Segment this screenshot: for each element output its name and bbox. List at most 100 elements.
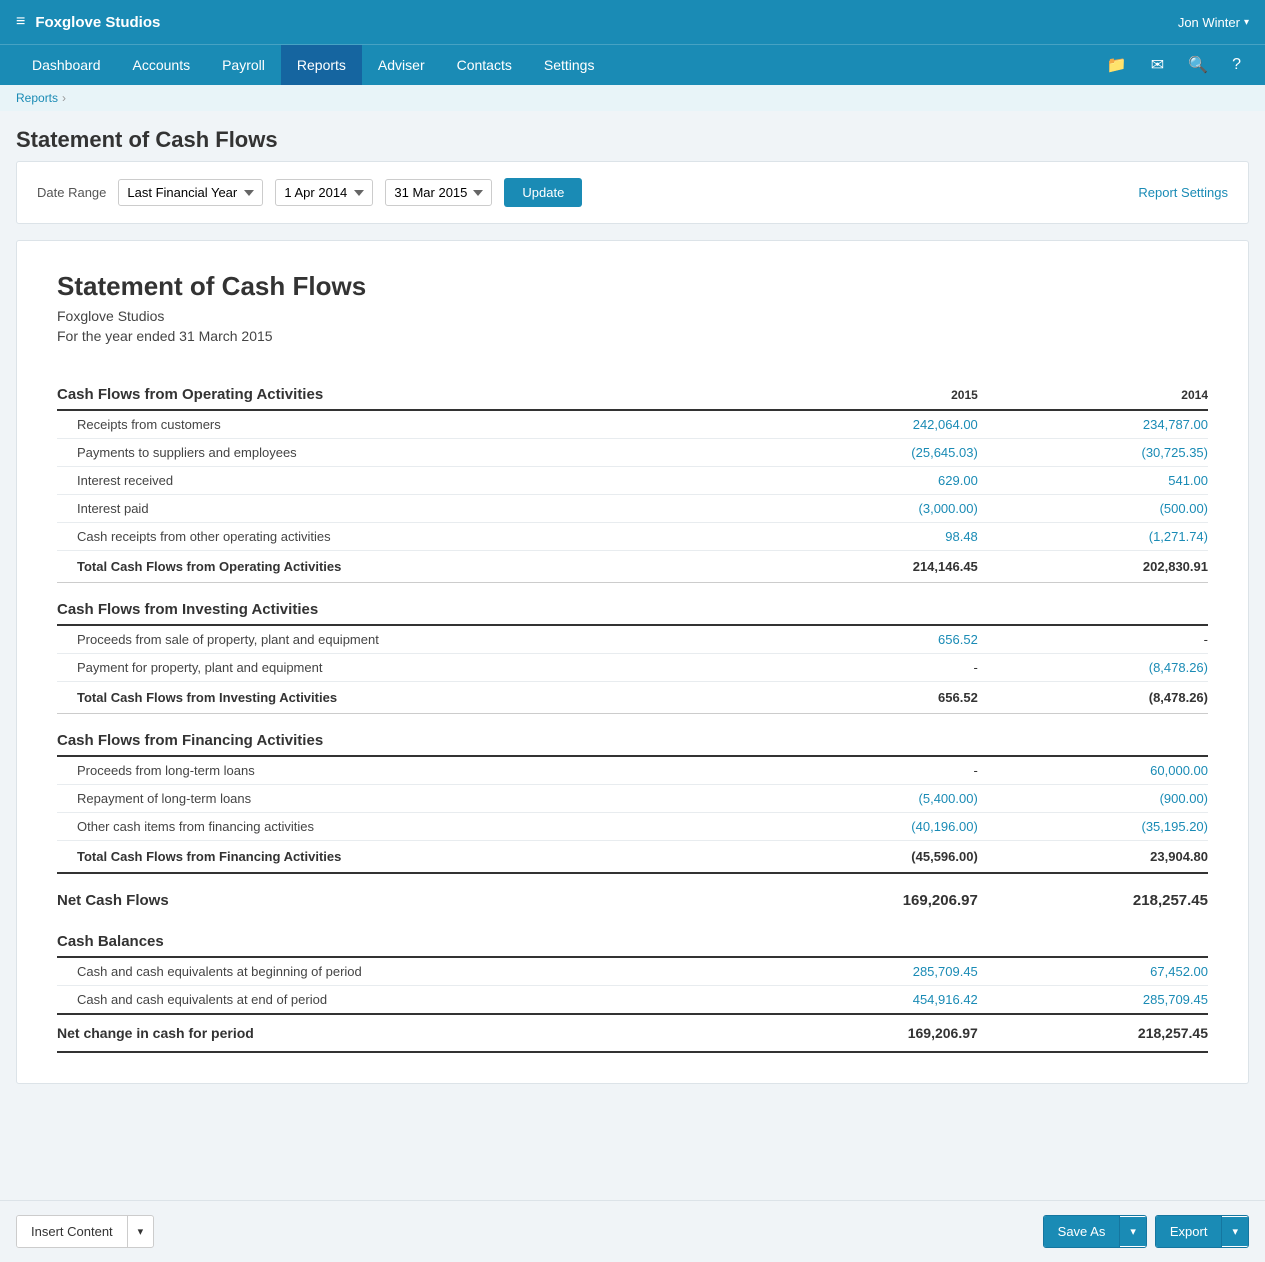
save-as-button[interactable]: Save As ▾ [1043, 1215, 1147, 1248]
breadcrumb-separator: › [62, 91, 66, 105]
year2-header: 2014 [978, 368, 1208, 410]
row-value-2014: (900.00) [978, 785, 1208, 813]
row-value-2015: (40,196.00) [748, 813, 978, 841]
user-name: Jon Winter [1178, 15, 1240, 30]
user-menu[interactable]: Jon Winter ▾ [1178, 15, 1249, 30]
net-change-row: Net change in cash for period 169,206.97… [57, 1014, 1208, 1052]
footer-left: Insert Content ▾ [16, 1215, 154, 1248]
nav-links: Dashboard Accounts Payroll Reports Advis… [16, 45, 610, 85]
row-label: Payment for property, plant and equipmen… [57, 654, 748, 682]
update-button[interactable]: Update [504, 178, 582, 207]
row-value-2014: 285,709.45 [978, 986, 1208, 1015]
table-row: Cash and cash equivalents at beginning o… [57, 957, 1208, 986]
table-row: Proceeds from long-term loans - 60,000.0… [57, 756, 1208, 785]
row-value-2015: (5,400.00) [748, 785, 978, 813]
table-row: Interest received 629.00 541.00 [57, 467, 1208, 495]
row-value-2014: (30,725.35) [978, 439, 1208, 467]
report-company: Foxglove Studios [57, 308, 1208, 324]
section-operating-title: Cash Flows from Operating Activities [57, 368, 748, 410]
row-value-2014: 67,452.00 [978, 957, 1208, 986]
financing-year2 [978, 714, 1208, 757]
row-label: Interest received [57, 467, 748, 495]
date-range-select[interactable]: Last Financial Year This Financial Year … [118, 179, 263, 206]
app-title: Foxglove Studios [35, 14, 160, 31]
insert-content-label[interactable]: Insert Content [17, 1216, 128, 1247]
total-label: Total Cash Flows from Operating Activiti… [57, 551, 748, 583]
export-arrow[interactable]: ▾ [1222, 1217, 1248, 1246]
total-v1: (45,596.00) [748, 841, 978, 874]
nav-item-dashboard[interactable]: Dashboard [16, 45, 117, 85]
total-operating-row: Total Cash Flows from Operating Activiti… [57, 551, 1208, 583]
insert-content-button[interactable]: Insert Content ▾ [16, 1215, 154, 1248]
row-value-2015: 454,916.42 [748, 986, 978, 1015]
section-financing-header: Cash Flows from Financing Activities [57, 714, 1208, 757]
footer-right: Save As ▾ Export ▾ [1043, 1215, 1249, 1248]
nav-icons: 📁 ✉ 🔍 ? [1099, 47, 1249, 83]
table-row: Cash receipts from other operating activ… [57, 523, 1208, 551]
nav-item-settings[interactable]: Settings [528, 45, 611, 85]
total-v2: (8,478.26) [978, 682, 1208, 714]
nav-item-reports[interactable]: Reports [281, 45, 362, 85]
investing-year2 [978, 583, 1208, 626]
total-label: Total Cash Flows from Financing Activiti… [57, 841, 748, 874]
row-label: Proceeds from sale of property, plant an… [57, 625, 748, 654]
hamburger-icon[interactable]: ≡ [16, 13, 25, 31]
investing-year1 [748, 583, 978, 626]
row-label: Repayment of long-term loans [57, 785, 748, 813]
row-value-2014: (1,271.74) [978, 523, 1208, 551]
row-value-2015: - [748, 654, 978, 682]
row-value-2015: (25,645.03) [748, 439, 978, 467]
insert-content-arrow[interactable]: ▾ [128, 1217, 154, 1246]
export-label[interactable]: Export [1156, 1216, 1223, 1247]
row-value-2014: (500.00) [978, 495, 1208, 523]
row-value-2015: - [748, 756, 978, 785]
report-settings-link[interactable]: Report Settings [1138, 185, 1228, 200]
section-investing-header: Cash Flows from Investing Activities [57, 583, 1208, 626]
page-header: Statement of Cash Flows [0, 111, 1265, 161]
folder-icon[interactable]: 📁 [1099, 47, 1135, 83]
row-value-2014: 541.00 [978, 467, 1208, 495]
row-value-2015: 629.00 [748, 467, 978, 495]
row-value-2015: 242,064.00 [748, 410, 978, 439]
filters-bar: Date Range Last Financial Year This Fina… [16, 161, 1249, 224]
search-icon[interactable]: 🔍 [1180, 47, 1216, 83]
export-button[interactable]: Export ▾ [1155, 1215, 1249, 1248]
row-value-2014: (35,195.20) [978, 813, 1208, 841]
save-as-arrow[interactable]: ▾ [1120, 1217, 1146, 1246]
section-financing-title: Cash Flows from Financing Activities [57, 714, 748, 757]
total-financing-row: Total Cash Flows from Financing Activiti… [57, 841, 1208, 874]
date-from-select[interactable]: 1 Apr 2014 [275, 179, 373, 206]
table-row: Payments to suppliers and employees (25,… [57, 439, 1208, 467]
row-label: Receipts from customers [57, 410, 748, 439]
section-operating-header: Cash Flows from Operating Activities 201… [57, 368, 1208, 410]
row-label: Other cash items from financing activiti… [57, 813, 748, 841]
net-cash-label: Net Cash Flows [57, 873, 748, 915]
section-balances-header: Cash Balances [57, 915, 1208, 957]
nav-item-accounts[interactable]: Accounts [117, 45, 207, 85]
help-icon[interactable]: ? [1224, 48, 1249, 82]
nav-item-payroll[interactable]: Payroll [206, 45, 281, 85]
row-value-2014: 60,000.00 [978, 756, 1208, 785]
page-footer: Insert Content ▾ Save As ▾ Export ▾ [0, 1200, 1265, 1262]
date-range-label: Date Range [37, 185, 106, 200]
nav-item-contacts[interactable]: Contacts [441, 45, 528, 85]
row-value-2014: (8,478.26) [978, 654, 1208, 682]
report-period: For the year ended 31 March 2015 [57, 328, 1208, 344]
save-as-label[interactable]: Save As [1044, 1216, 1121, 1247]
total-v1: 214,146.45 [748, 551, 978, 583]
top-bar: ≡ Foxglove Studios Jon Winter ▾ [0, 0, 1265, 44]
total-label: Total Cash Flows from Investing Activiti… [57, 682, 748, 714]
breadcrumb-reports-link[interactable]: Reports [16, 91, 58, 105]
balances-year2 [978, 915, 1208, 957]
row-label: Payments to suppliers and employees [57, 439, 748, 467]
net-change-v1: 169,206.97 [748, 1014, 978, 1052]
date-to-select[interactable]: 31 Mar 2015 [385, 179, 492, 206]
row-label: Cash receipts from other operating activ… [57, 523, 748, 551]
table-row: Repayment of long-term loans (5,400.00) … [57, 785, 1208, 813]
year1-header: 2015 [748, 368, 978, 410]
report-area: Statement of Cash Flows Foxglove Studios… [16, 240, 1249, 1084]
mail-icon[interactable]: ✉ [1143, 47, 1172, 83]
row-value-2014: 234,787.00 [978, 410, 1208, 439]
nav-item-adviser[interactable]: Adviser [362, 45, 441, 85]
net-change-label: Net change in cash for period [57, 1014, 748, 1052]
